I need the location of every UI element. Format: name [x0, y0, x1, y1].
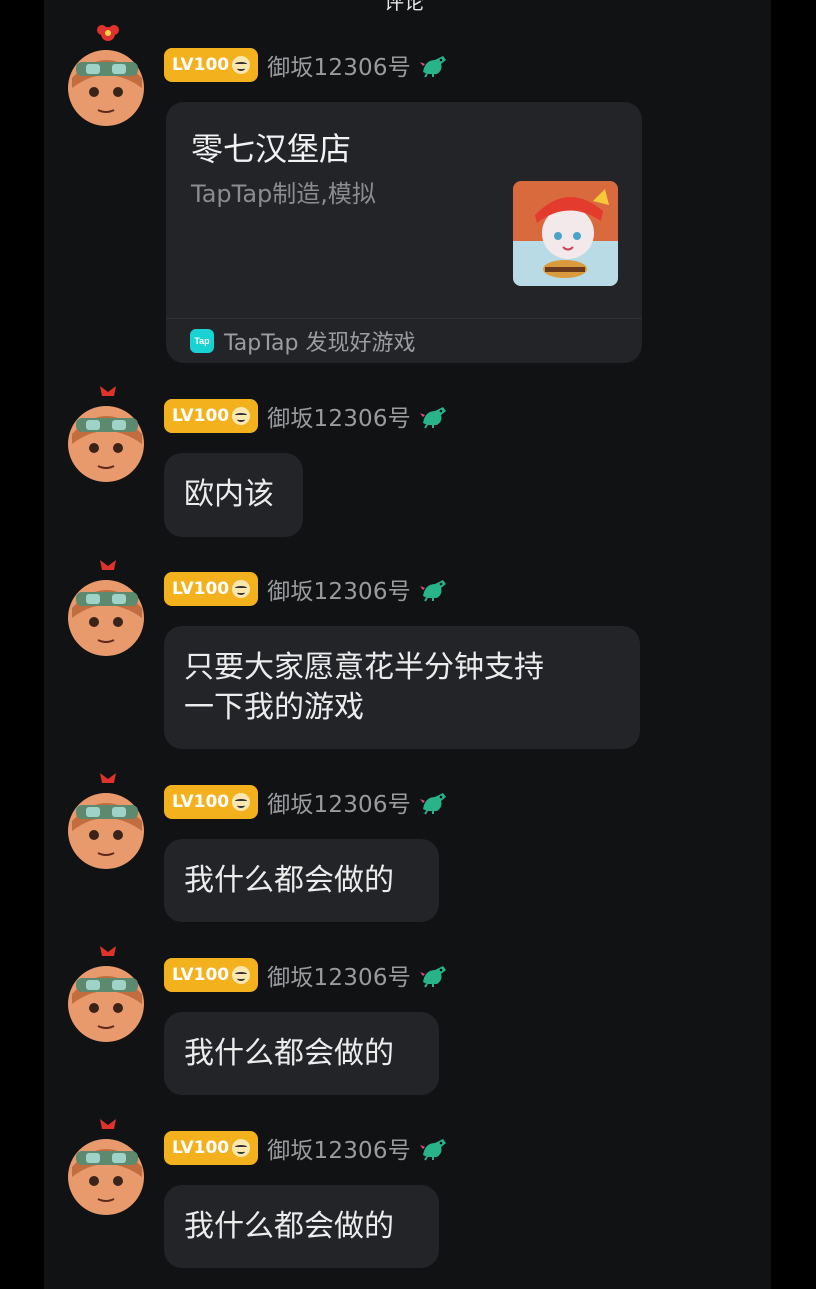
message-bubble[interactable]: 我什么都会做的 [164, 1012, 439, 1095]
dinosaur-badge-icon [419, 56, 446, 78]
card-divider [166, 318, 642, 319]
avatar-image [68, 773, 144, 869]
avatar[interactable] [66, 938, 150, 1042]
level-text: LV100 [172, 55, 230, 75]
message-bubble[interactable]: 我什么都会做的 [164, 1185, 439, 1268]
message-text-line: 一下我的游戏 [184, 690, 364, 725]
avatar-image [68, 946, 144, 1042]
halo-smile-icon [232, 1139, 251, 1157]
avatar[interactable] [66, 22, 150, 126]
avatar[interactable] [66, 552, 150, 656]
message-meta: LV100 御坂12306号 [164, 48, 449, 82]
message-meta: LV100 御坂12306号 [164, 1131, 449, 1165]
level-text: LV100 [172, 579, 230, 599]
dinosaur-badge-icon [419, 966, 446, 988]
avatar[interactable] [66, 1111, 150, 1215]
taptap-logo-icon: Tap [190, 329, 214, 353]
username[interactable]: 御坂12306号 [267, 1131, 411, 1165]
username[interactable]: 御坂12306号 [267, 785, 411, 819]
username[interactable]: 御坂12306号 [267, 572, 411, 606]
message-text-line: 欧内该 [184, 477, 274, 512]
message-meta: LV100 御坂12306号 [164, 958, 449, 992]
message-text-line: 我什么都会做的 [184, 1209, 394, 1244]
avatar-image [68, 560, 144, 656]
avatar[interactable] [66, 378, 150, 482]
halo-smile-icon [232, 56, 251, 74]
level-badge: LV100 [164, 48, 259, 82]
game-thumbnail [513, 181, 618, 286]
message-meta: LV100 御坂12306号 [164, 399, 449, 433]
avatar[interactable] [66, 765, 150, 869]
dinosaur-badge-icon [419, 793, 446, 815]
message-bubble[interactable]: 只要大家愿意花半分钟支持 一下我的游戏 [164, 626, 640, 749]
avatar-image [68, 386, 144, 482]
level-badge: LV100 [164, 785, 259, 819]
username[interactable]: 御坂12306号 [267, 48, 411, 82]
message-meta: LV100 御坂12306号 [164, 785, 449, 819]
chat-panel: 评论 LV100 御坂12306号 零七汉堡店 TapTap制造,模拟 Tap … [44, 0, 771, 1289]
username[interactable]: 御坂12306号 [267, 958, 411, 992]
level-text: LV100 [172, 406, 230, 426]
message-bubble[interactable]: 欧内该 [164, 453, 303, 537]
avatar-image [68, 25, 144, 126]
shared-game-card[interactable]: 零七汉堡店 TapTap制造,模拟 Tap TapTap 发现好游戏 [166, 102, 642, 363]
top-peek-text: 评论 [384, 0, 424, 14]
dinosaur-badge-icon [419, 580, 446, 602]
dinosaur-badge-icon [419, 407, 446, 429]
halo-smile-icon [232, 580, 251, 598]
level-badge: LV100 [164, 958, 259, 992]
message-meta: LV100 御坂12306号 [164, 572, 449, 606]
level-badge: LV100 [164, 399, 259, 433]
level-badge: LV100 [164, 1131, 259, 1165]
level-text: LV100 [172, 792, 230, 812]
halo-smile-icon [232, 966, 251, 984]
message-text-line: 我什么都会做的 [184, 1036, 394, 1071]
card-footer-text: TapTap 发现好游戏 [224, 331, 416, 356]
halo-smile-icon [232, 407, 251, 425]
dinosaur-badge-icon [419, 1139, 446, 1161]
message-text-line: 我什么都会做的 [184, 863, 394, 898]
level-text: LV100 [172, 965, 230, 985]
avatar-image [68, 1119, 144, 1215]
card-footer: Tap TapTap 发现好游戏 [190, 326, 415, 356]
halo-smile-icon [232, 793, 251, 811]
card-subtitle: TapTap制造,模拟 [191, 180, 376, 208]
message-bubble[interactable]: 我什么都会做的 [164, 839, 439, 922]
card-title: 零七汉堡店 [191, 130, 352, 168]
username[interactable]: 御坂12306号 [267, 399, 411, 433]
level-badge: LV100 [164, 572, 259, 606]
level-text: LV100 [172, 1138, 230, 1158]
message-text-line: 只要大家愿意花半分钟支持 [184, 650, 544, 685]
